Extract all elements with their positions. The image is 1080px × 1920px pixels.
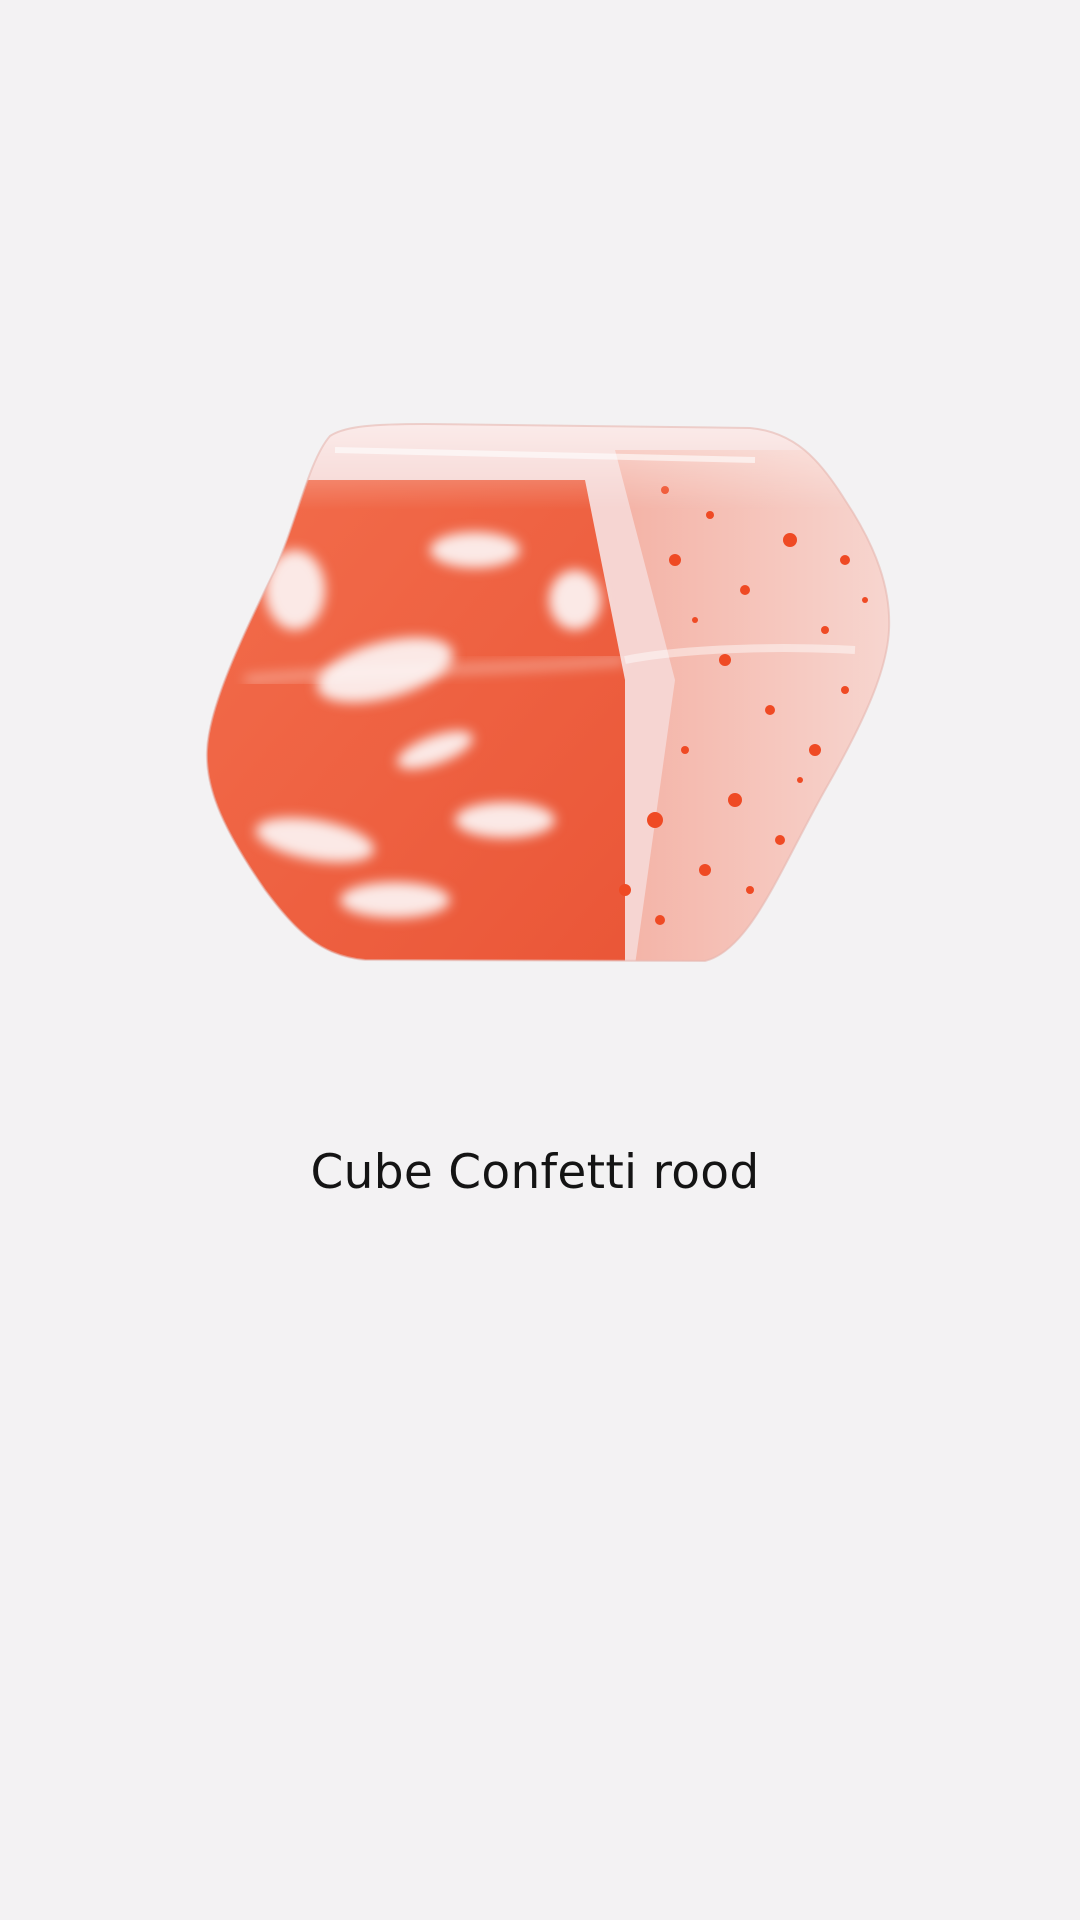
product-tile[interactable]: Cube Confetti rood (0, 0, 1080, 1920)
product-image[interactable] (205, 420, 895, 965)
product-title[interactable]: Cube Confetti rood (0, 1143, 1070, 1203)
